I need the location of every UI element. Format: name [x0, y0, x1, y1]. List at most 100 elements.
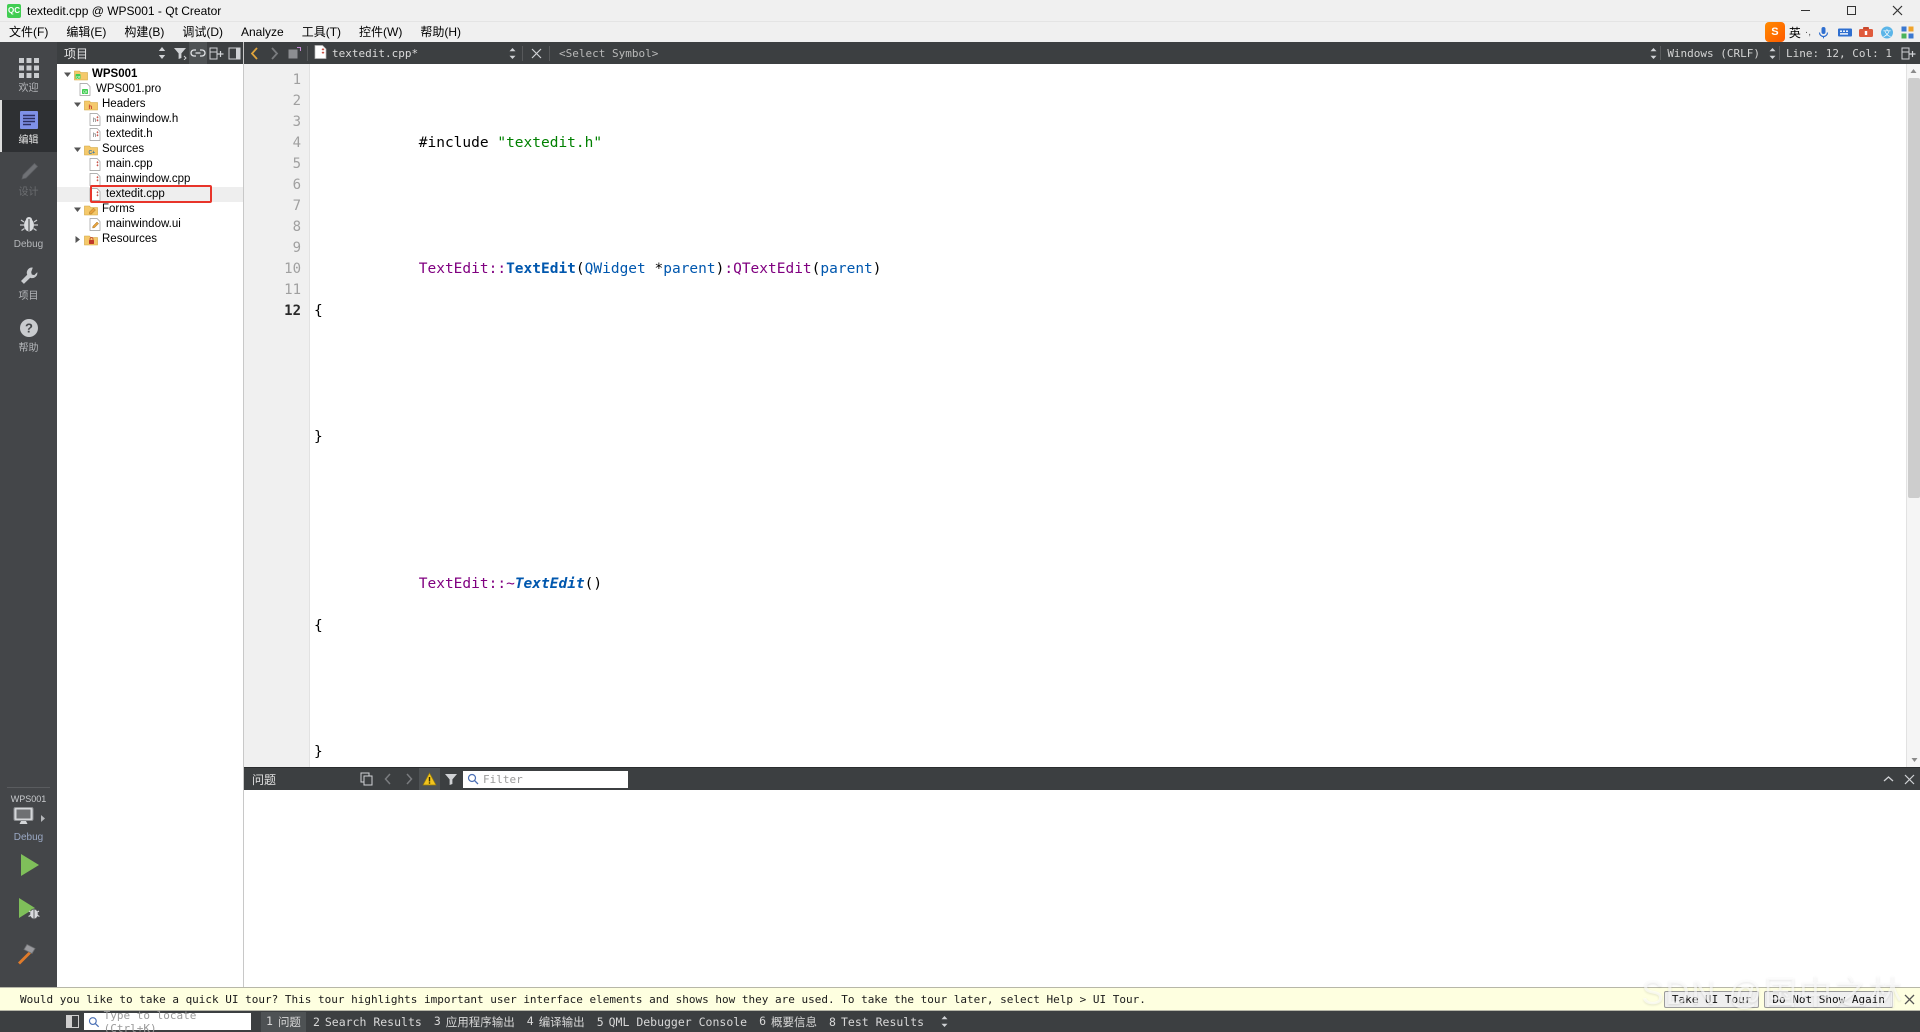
tree-item-mainwindow-cpp[interactable]: mainwindow.cpp: [57, 172, 243, 187]
tree-item-textedit-h[interactable]: h textedit.h: [57, 127, 243, 142]
kit-expand-icon[interactable]: [40, 810, 47, 828]
scroll-down-icon[interactable]: [1907, 753, 1920, 767]
tree-item-forms[interactable]: Forms: [57, 202, 243, 217]
document-dropdown-icon[interactable]: [506, 47, 519, 60]
funnel-icon[interactable]: [440, 768, 461, 790]
pane-button-app-output[interactable]: 3 应用程序输出: [429, 1012, 520, 1032]
qt-creator-icon: QC: [7, 3, 21, 18]
code-token: TextEdit: [418, 261, 489, 277]
chevron-right-icon[interactable]: [71, 232, 84, 247]
do-not-show-again-button[interactable]: Do Not Show Again: [1764, 990, 1893, 1008]
issues-filter-input[interactable]: Filter: [463, 770, 628, 788]
tree-item-sources[interactable]: C+ Sources: [57, 142, 243, 157]
code-token: parent: [663, 261, 716, 277]
close-pane-icon[interactable]: [1899, 768, 1920, 790]
apps-grid-icon[interactable]: [1899, 24, 1916, 41]
translate-icon[interactable]: 文: [1878, 24, 1895, 41]
qt-creator-window: QC textedit.cpp @ WPS001 - Qt Creator 文件…: [0, 0, 1920, 1032]
tree-item-textedit-cpp[interactable]: textedit.cpp: [57, 185, 243, 203]
close-document-icon[interactable]: [526, 42, 546, 64]
menu-tools[interactable]: 工具(T): [293, 22, 350, 42]
pane-button-test-results[interactable]: 8 Test Results: [824, 1013, 929, 1031]
chevron-down-icon[interactable]: [71, 97, 84, 112]
encoding-dropdown-icon[interactable]: [1766, 47, 1779, 60]
debug-button[interactable]: [0, 887, 57, 931]
back-arrow-icon[interactable]: [244, 42, 264, 64]
code-token: #include: [418, 135, 498, 151]
project-tree[interactable]: Qt WPS001 Qt WPS001.pro h Headers h main…: [57, 64, 243, 987]
panel-close-icon[interactable]: [225, 42, 243, 64]
sidebar-item-help[interactable]: ? 帮助: [0, 308, 57, 360]
pane-button-general-messages[interactable]: 6 概要信息: [754, 1012, 822, 1032]
menu-edit[interactable]: 编辑(E): [57, 22, 115, 42]
take-ui-tour-button[interactable]: Take UI Tour: [1663, 990, 1760, 1008]
sidebar-item-debug[interactable]: Debug: [0, 204, 57, 256]
chevron-left-icon[interactable]: [377, 768, 398, 790]
warning-triangle-icon[interactable]: [419, 768, 440, 790]
pane-overflow-icon[interactable]: [939, 1015, 950, 1028]
ime-language-toggle[interactable]: 英: [1789, 24, 1801, 41]
run-button[interactable]: [0, 843, 57, 887]
menu-file[interactable]: 文件(F): [0, 22, 57, 42]
menu-help[interactable]: 帮助(H): [411, 22, 470, 42]
kit-selector[interactable]: WPS001 Debug: [0, 794, 57, 843]
split-editor-icon[interactable]: [284, 42, 304, 64]
sidebar-item-edit[interactable]: 编辑: [0, 100, 57, 152]
copy-icon[interactable]: [356, 768, 377, 790]
pane-button-search-results[interactable]: 2 Search Results: [308, 1013, 427, 1031]
sidebar-item-projects[interactable]: 项目: [0, 256, 57, 308]
tree-item-wps001-pro[interactable]: Qt WPS001.pro: [57, 82, 243, 97]
tree-item-main-cpp[interactable]: main.cpp: [57, 157, 243, 172]
sidebar-item-welcome[interactable]: 欢迎: [0, 48, 57, 100]
open-document-selector[interactable]: textedit.cpp*: [311, 44, 506, 62]
tree-item-mainwindow-ui[interactable]: mainwindow.ui: [57, 217, 243, 232]
tree-item-resources[interactable]: Resources: [57, 232, 243, 247]
microphone-icon[interactable]: [1815, 24, 1832, 41]
issues-list[interactable]: [244, 790, 1920, 987]
chevron-down-icon[interactable]: [71, 142, 84, 157]
forward-arrow-icon[interactable]: [264, 42, 284, 64]
maximize-button[interactable]: [1828, 0, 1874, 22]
chevron-right-icon[interactable]: [398, 768, 419, 790]
tree-item-headers[interactable]: h Headers: [57, 97, 243, 112]
sidebar-item-design[interactable]: 设计: [0, 152, 57, 204]
maximize-pane-icon[interactable]: [1878, 768, 1899, 790]
minimize-button[interactable]: [1782, 0, 1828, 22]
funnel-icon[interactable]: [171, 42, 189, 64]
pane-button-issues[interactable]: 1 问题: [261, 1011, 306, 1032]
code-editor[interactable]: 1 2 3 4 5 6 7 8 9 10 11 12 #include "tex…: [244, 64, 1920, 767]
tree-item-mainwindow-h[interactable]: h mainwindow.h: [57, 112, 243, 127]
toggle-sidebar-icon[interactable]: [62, 1011, 82, 1032]
locator-input[interactable]: Type to locate (Ctrl+K): [84, 1009, 251, 1032]
toolbox-icon[interactable]: [1857, 24, 1874, 41]
close-button[interactable]: [1874, 0, 1920, 22]
sort-updown-icon[interactable]: [153, 42, 171, 64]
split-add-icon[interactable]: [1898, 42, 1918, 64]
code-content[interactable]: #include "textedit.h" TextEdit::TextEdit…: [310, 64, 1920, 767]
line-ending-dropdown-icon[interactable]: [1647, 47, 1660, 60]
pane-button-compile-output[interactable]: 4 编译输出: [522, 1012, 590, 1032]
title-bar: QC textedit.cpp @ WPS001 - Qt Creator: [0, 0, 1920, 22]
expand-plus-icon[interactable]: [207, 42, 225, 64]
build-button[interactable]: [0, 931, 57, 975]
close-banner-icon[interactable]: [1898, 994, 1920, 1005]
editor-vertical-scrollbar[interactable]: [1906, 64, 1920, 767]
scrollbar-thumb[interactable]: [1908, 78, 1920, 498]
menu-window[interactable]: 控件(W): [350, 22, 411, 42]
scroll-up-icon[interactable]: [1907, 64, 1920, 78]
line-number: 8: [292, 219, 301, 235]
keyboard-icon[interactable]: [1836, 24, 1853, 41]
menu-debug[interactable]: 调试(D): [173, 22, 232, 42]
pane-button-qml-debugger-console[interactable]: 5 QML Debugger Console: [592, 1013, 752, 1031]
chevron-down-icon[interactable]: [61, 67, 74, 82]
ime-punctuation-toggle[interactable]: ·,: [1805, 27, 1811, 38]
menu-build[interactable]: 构建(B): [115, 22, 173, 42]
tree-item-wps001[interactable]: Qt WPS001: [57, 67, 243, 82]
symbol-selector[interactable]: <Select Symbol>: [553, 47, 1647, 60]
line-number: 5: [292, 156, 301, 172]
menu-analyze[interactable]: Analyze: [232, 22, 293, 42]
link-icon[interactable]: [189, 42, 207, 64]
sogou-ime-logo[interactable]: S: [1764, 22, 1785, 42]
chevron-down-icon[interactable]: [71, 202, 84, 217]
line-ending-label[interactable]: Windows (CRLF): [1661, 47, 1766, 60]
